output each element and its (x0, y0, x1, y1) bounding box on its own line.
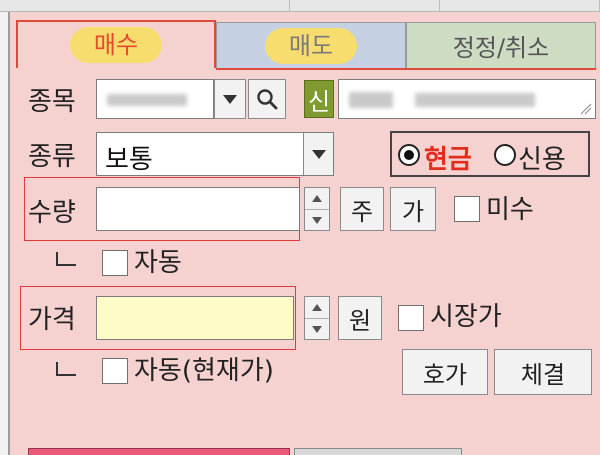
stepper-down[interactable] (305, 318, 329, 339)
order-type-value: 보통 (105, 145, 153, 175)
chevron-down-icon (311, 149, 326, 159)
top-toolbar-strip (0, 0, 600, 12)
stepper-down[interactable] (305, 209, 329, 230)
credit-label: 신용 (518, 145, 566, 175)
toolbar-segment[interactable] (290, 0, 440, 11)
tree-connector (56, 362, 76, 376)
qty-unit-button[interactable]: 주 (340, 187, 384, 231)
price-input[interactable] (96, 296, 294, 340)
tab-buy-label: 매수 (69, 27, 163, 63)
radio-selected-dot (404, 150, 414, 160)
toolbar-segment[interactable] (0, 0, 290, 11)
tab-sell-label: 매도 (264, 27, 358, 64)
qty-label: 수량 (28, 198, 76, 228)
quantity-input[interactable] (96, 187, 300, 231)
resize-grip-icon (580, 103, 592, 115)
qty-auto-label: 자동 (134, 248, 182, 278)
price-auto-checkbox[interactable] (102, 358, 128, 384)
tab-sell[interactable]: 매도 (216, 22, 406, 68)
available-qty-button[interactable]: 가 (390, 187, 436, 231)
tree-connector (56, 252, 76, 266)
misu-checkbox[interactable] (454, 196, 480, 222)
quantity-stepper[interactable] (304, 187, 330, 231)
stock-search-button[interactable] (248, 79, 286, 119)
payment-type-group: 현금 신용 (390, 131, 590, 177)
radio-credit[interactable] (494, 144, 516, 166)
toolbar-segment[interactable] (440, 0, 600, 11)
stock-name-display (338, 79, 596, 119)
qty-auto-checkbox[interactable] (102, 250, 128, 276)
masked-stock-name (349, 92, 393, 108)
chevron-down-icon (312, 216, 322, 224)
masked-stock-name (415, 93, 535, 107)
stepper-up[interactable] (305, 297, 329, 318)
tab-buy[interactable]: 매수 (16, 20, 216, 68)
search-icon (257, 89, 278, 110)
tab-modify-cancel[interactable]: 정정/취소 (406, 22, 596, 68)
order-type-select[interactable]: 보통 (96, 132, 334, 176)
quote-button[interactable]: 호가 (402, 349, 488, 395)
chevron-up-icon (312, 195, 322, 202)
stock-dropdown-button[interactable] (214, 79, 246, 119)
order-type-dropdown-button[interactable] (303, 133, 333, 175)
bottom-tab-right[interactable] (294, 448, 462, 455)
chevron-up-icon (312, 304, 322, 311)
market-price-checkbox[interactable] (398, 305, 424, 331)
tab-modify-label: 정정/취소 (452, 34, 550, 62)
masked-stock-code (107, 94, 187, 106)
price-auto-label: 자동(현재가) (134, 356, 274, 386)
kind-label: 종류 (28, 142, 76, 172)
misu-label: 미수 (486, 195, 534, 225)
price-label: 가격 (28, 305, 76, 335)
stock-label: 종목 (28, 87, 76, 117)
market-price-label: 시장가 (430, 302, 502, 332)
cash-label: 현금 (424, 145, 472, 175)
price-stepper[interactable] (304, 296, 330, 340)
stepper-up[interactable] (305, 188, 329, 209)
radio-cash[interactable] (398, 144, 420, 166)
execution-button[interactable]: 체결 (494, 349, 592, 395)
tab-underline (216, 68, 596, 70)
price-unit-button[interactable]: 원 (338, 296, 382, 340)
chevron-down-icon (223, 94, 237, 104)
bottom-tab-left[interactable] (28, 448, 290, 455)
stock-code-input[interactable] (96, 79, 214, 119)
credit-badge: 신 (304, 80, 334, 118)
chevron-down-icon (312, 325, 322, 333)
